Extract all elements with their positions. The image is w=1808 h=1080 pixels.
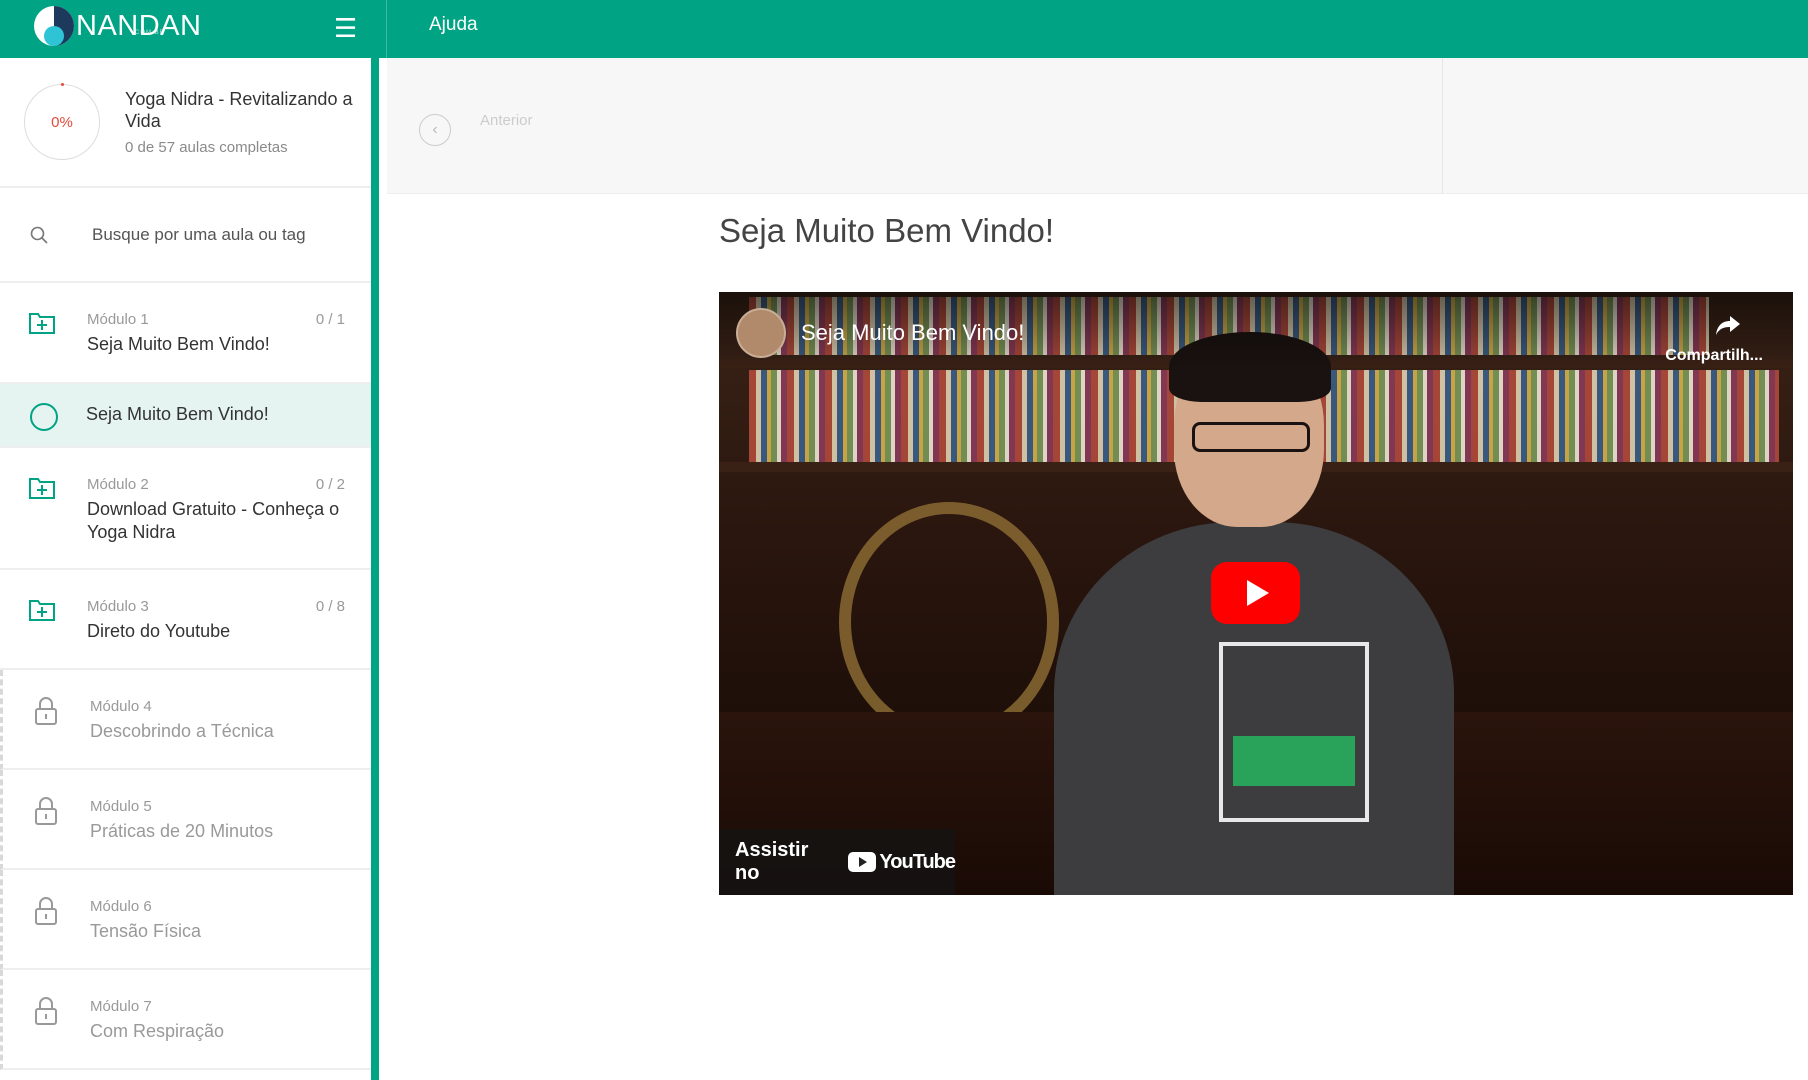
youtube-wordmark: YouTube <box>879 850 956 873</box>
lesson-title: Seja Muito Bem Vindo! <box>86 404 269 424</box>
lock-icon <box>35 797 57 825</box>
lock-icon <box>35 997 57 1025</box>
prev-lesson-label[interactable]: Anterior <box>480 112 533 129</box>
module-1[interactable]: Módulo 1 0 / 1 Seja Muito Bem Vindo! <box>0 283 371 384</box>
module-number: Módulo 7 <box>90 998 152 1015</box>
watch-on-youtube-button[interactable]: Assistir no YouTube <box>719 829 956 895</box>
module-4[interactable]: Módulo 4 Descobrindo a Técnica <box>0 670 371 770</box>
play-button[interactable] <box>1211 562 1300 624</box>
brand-sub: COM.BR <box>135 30 165 36</box>
share-label[interactable]: Compartilh... <box>1665 347 1763 365</box>
module-number: Módulo 6 <box>90 898 152 915</box>
top-divider <box>386 0 387 58</box>
module-title: Com Respiração <box>90 1021 225 1041</box>
brand-name: NANDAN <box>76 9 202 42</box>
nav-divider <box>1442 58 1443 194</box>
course-header: 0% Yoga Nidra - Revitalizando a Vida 0 d… <box>0 58 371 188</box>
lesson-nav-bar: ‹ Anterior <box>387 58 1808 194</box>
top-bar: NANDAN COM.BR ☰ Ajuda <box>0 0 1808 58</box>
prev-lesson-button[interactable]: ‹ <box>419 114 451 146</box>
module-number: Módulo 3 <box>87 598 149 615</box>
module-count: 0 / 1 <box>315 311 345 328</box>
course-title: Yoga Nidra - Revitalizando a Vida <box>125 89 353 131</box>
module-number: Módulo 4 <box>90 698 152 715</box>
module-6[interactable]: Módulo 6 Tensão Física <box>0 870 371 970</box>
hamburger-icon[interactable]: ☰ <box>334 14 357 42</box>
search-input[interactable] <box>92 218 352 252</box>
progress-percent: 0% <box>51 113 73 131</box>
chevron-left-icon: ‹ <box>432 121 438 138</box>
module-title: Seja Muito Bem Vindo! <box>87 334 270 354</box>
module-title: Tensão Física <box>90 921 202 941</box>
course-sidebar: 0% Yoga Nidra - Revitalizando a Vida 0 d… <box>0 58 379 1080</box>
video-thumbnail-glasses <box>1192 422 1310 452</box>
module-5[interactable]: Módulo 5 Práticas de 20 Minutos <box>0 770 371 870</box>
video-thumbnail-shirt <box>1219 642 1369 822</box>
folder-plus-icon <box>29 478 55 499</box>
course-completion: 0 de 57 aulas completas <box>125 139 288 156</box>
video-title[interactable]: Seja Muito Bem Vindo! <box>801 320 1024 346</box>
module-count: 0 / 2 <box>315 476 345 493</box>
lock-icon <box>35 697 57 725</box>
lesson-status-circle-icon <box>30 403 58 431</box>
module-title: Direto do Youtube <box>87 621 231 641</box>
module-7[interactable]: Módulo 7 Com Respiração <box>0 970 371 1070</box>
module-count: 0 / 8 <box>315 598 345 615</box>
youtube-logo: YouTube <box>848 850 956 874</box>
progress-ring: 0% <box>24 83 100 160</box>
channel-avatar[interactable] <box>736 308 786 358</box>
folder-plus-icon <box>29 313 55 334</box>
search-icon <box>30 226 48 244</box>
module-title: Práticas de 20 Minutos <box>90 821 274 841</box>
yin-yang-logo-icon <box>34 6 74 46</box>
lesson-heading: Seja Muito Bem Vindo! <box>719 212 1055 249</box>
video-player[interactable]: Seja Muito Bem Vindo! Compartilh... Assi… <box>719 292 1793 895</box>
lesson-item-active[interactable]: Seja Muito Bem Vindo! <box>0 384 371 448</box>
help-link[interactable]: Ajuda <box>429 14 478 36</box>
module-number: Módulo 2 <box>87 476 149 493</box>
brand-logo[interactable]: NANDAN <box>34 6 201 46</box>
video-thumbnail-statue <box>839 502 1059 742</box>
module-number: Módulo 1 <box>87 311 149 328</box>
module-title: Descobrindo a Técnica <box>90 721 274 741</box>
module-2[interactable]: Módulo 2 0 / 2 Download Gratuito - Conhe… <box>0 448 371 570</box>
watch-on-label: Assistir no <box>735 839 809 884</box>
module-number: Módulo 5 <box>90 798 152 815</box>
folder-plus-icon <box>29 600 55 621</box>
youtube-play-icon <box>848 852 877 872</box>
module-title: Download Gratuito - Conheça o Yoga Nidra <box>87 499 340 542</box>
search-row <box>0 188 371 283</box>
lock-icon <box>35 897 57 925</box>
share-icon[interactable] <box>1713 310 1743 340</box>
module-3[interactable]: Módulo 3 0 / 8 Direto do Youtube <box>0 570 371 670</box>
